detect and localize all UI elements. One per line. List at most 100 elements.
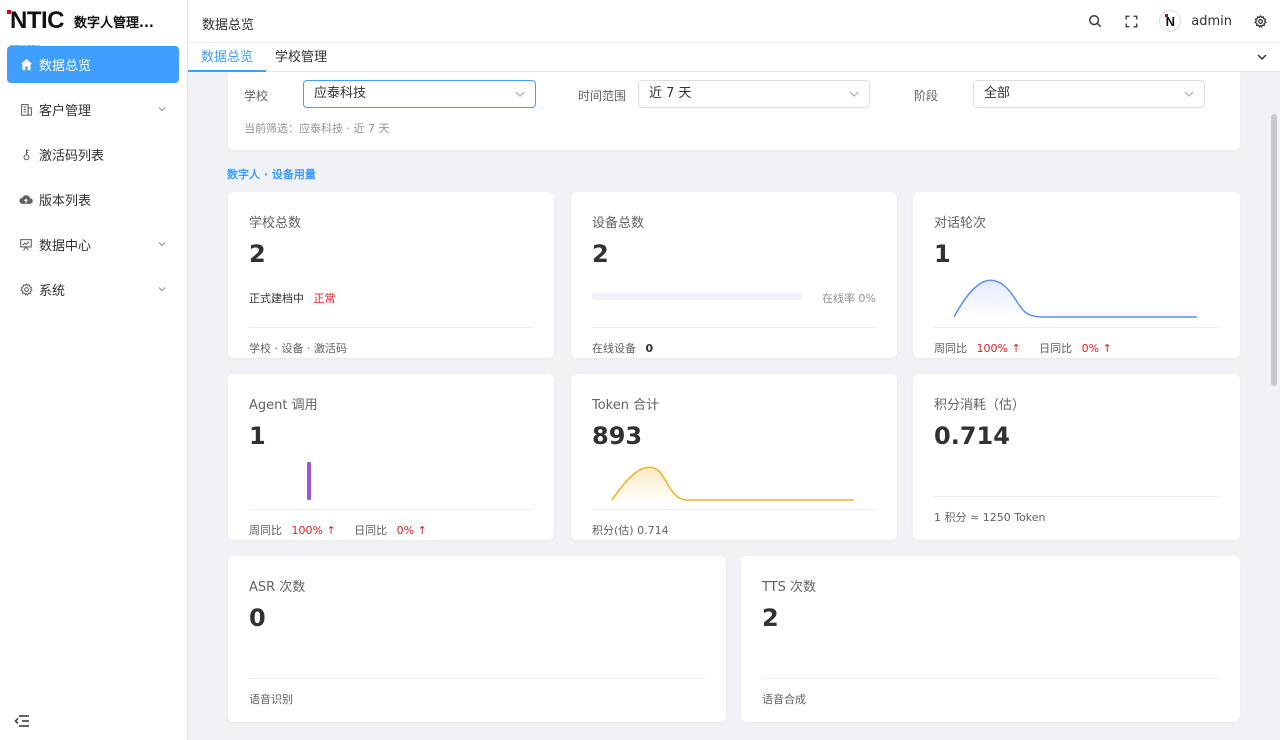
stage-select-value: 全部	[984, 86, 1011, 101]
card-value: 0	[249, 604, 266, 632]
sidebar-item-label: 客户管理	[39, 104, 92, 119]
fullscreen-icon[interactable]	[1123, 13, 1139, 29]
building-icon	[19, 103, 33, 117]
card-value: 2	[592, 240, 609, 268]
collapse-sidebar-icon[interactable]	[14, 714, 30, 728]
sidebar: NTIC Virtual Technology, Real Impact 数字人…	[0, 0, 188, 740]
card-title: Token 合计	[592, 398, 660, 413]
username[interactable]: admin	[1191, 14, 1232, 29]
tab-school-management[interactable]: 学校管理	[262, 43, 340, 72]
card-value: 1	[934, 240, 951, 268]
time-range-select[interactable]: 近 7 天	[638, 80, 870, 108]
sidebar-item-label: 数据总览	[39, 59, 92, 74]
card-footer: 1 积分 ≈ 1250 Token	[934, 511, 1046, 524]
divider	[249, 327, 533, 328]
card-title: ASR 次数	[249, 580, 306, 595]
sidebar-item-label: 激活码列表	[39, 149, 105, 164]
chart-board-icon	[19, 238, 33, 252]
chevron-down-icon	[849, 91, 859, 97]
trend-row: 周同比 100% ↑ 日同比 0% ↑	[934, 340, 1112, 356]
filter-card: 学校 应泰科技 时间范围 近 7 天 阶段 全部 当前筛选：应泰科技 · 近 7…	[228, 72, 1240, 150]
stage-select[interactable]: 全部	[973, 80, 1205, 108]
time-range-label: 时间范围	[578, 89, 627, 103]
avatar[interactable]: N	[1159, 10, 1182, 32]
card-device-total: 设备总数 2 在线率 0% 在线设备 0	[571, 192, 897, 358]
stage-label: 阶段	[914, 89, 939, 103]
gear-icon	[19, 283, 33, 297]
card-tts-count: TTS 次数 2 语音合成	[741, 556, 1240, 722]
header-actions: N admin	[1067, 10, 1268, 32]
page-tabs: 数据总览 学校管理	[188, 43, 1280, 72]
chevron-down-icon	[158, 242, 166, 247]
card-title: Agent 调用	[249, 398, 318, 413]
sidebar-item-customers[interactable]: 客户管理	[7, 91, 179, 128]
card-dialog-rounds: 对话轮次 1 周同比 100% ↑ 日同比 0% ↑	[913, 192, 1240, 358]
divider	[592, 327, 876, 328]
wow-value: 100% ↑	[976, 342, 1021, 355]
card-footer: 语音合成	[762, 693, 806, 706]
chevron-down-icon[interactable]	[1256, 52, 1268, 62]
sidebar-item-data-center[interactable]: 数据中心	[7, 226, 179, 263]
sidebar-item-overview[interactable]: 数据总览	[7, 46, 179, 83]
sidebar-menu: 数据总览 客户管理 激活码列表 版本列表 数据中心 系统	[0, 46, 187, 308]
top-header: 数据总览 N admin	[188, 0, 1280, 43]
school-select[interactable]: 应泰科技	[303, 80, 536, 108]
divider	[249, 509, 533, 510]
card-footer: 在线设备 0	[592, 340, 653, 356]
chevron-down-icon	[158, 107, 166, 112]
card-points-consumption: 积分消耗（估） 0.714 1 积分 ≈ 1250 Token	[913, 374, 1240, 540]
token-trend-chart	[611, 466, 854, 501]
card-footer: 学校 · 设备 · 激活码	[249, 342, 347, 355]
divider	[934, 496, 1219, 497]
sidebar-item-versions[interactable]: 版本列表	[7, 181, 179, 218]
divider	[934, 327, 1219, 328]
wow-label: 周同比	[934, 342, 967, 355]
card-value: 893	[592, 422, 643, 450]
online-rate-progress	[592, 293, 802, 300]
logo-text: NTIC	[10, 7, 65, 34]
card-title: 学校总数	[249, 216, 302, 231]
status-badge: 正常	[313, 292, 336, 305]
tab-overview[interactable]: 数据总览	[188, 43, 267, 72]
card-title: 积分消耗（估）	[934, 398, 1026, 413]
divider	[249, 678, 705, 679]
sidebar-item-label: 版本列表	[39, 194, 92, 209]
sidebar-item-label: 数据中心	[39, 239, 92, 254]
dod-value: 0% ↑	[396, 524, 427, 537]
dialog-trend-chart	[953, 279, 1197, 318]
card-agent-calls: Agent 调用 1 周同比 100% ↑ 日同比 0% ↑	[228, 374, 554, 540]
wow-label: 周同比	[249, 524, 282, 537]
card-footer: 语音识别	[249, 693, 293, 706]
section-title: 数字人 · 设备用量	[227, 168, 316, 181]
ntic-logo: NTIC Virtual Technology, Real Impact	[7, 7, 65, 48]
content-scrollbar[interactable]	[1271, 114, 1277, 386]
breadcrumb[interactable]: 数据总览	[202, 14, 254, 33]
card-asr-count: ASR 次数 0 语音识别	[228, 556, 726, 722]
sidebar-item-system[interactable]: 系统	[7, 271, 179, 308]
card-value: 2	[249, 240, 266, 268]
online-devices-label: 在线设备	[592, 342, 636, 355]
chevron-down-icon	[515, 91, 525, 97]
card-value: 0.714	[934, 422, 1010, 450]
card-token-total: Token 合计 893 积分(估) 0.714	[571, 374, 897, 540]
main-content: 学校 应泰科技 时间范围 近 7 天 阶段 全部 当前筛选：应泰科技 · 近 7…	[188, 72, 1280, 740]
search-icon[interactable]	[1087, 13, 1103, 29]
card-value: 1	[249, 422, 266, 450]
school-label: 学校	[244, 89, 269, 103]
cloud-upload-icon	[19, 193, 33, 207]
sidebar-item-label: 系统	[39, 284, 66, 299]
divider	[762, 678, 1219, 679]
home-icon	[19, 58, 33, 72]
logo: NTIC Virtual Technology, Real Impact 数字人…	[0, 0, 187, 48]
card-footer: 积分(估) 0.714	[592, 524, 669, 537]
app-title: 数字人管理...	[74, 15, 154, 31]
dod-value: 0% ↑	[1081, 342, 1112, 355]
sidebar-item-activation-codes[interactable]: 激活码列表	[7, 136, 179, 173]
dod-label: 日同比	[354, 524, 388, 537]
dod-label: 日同比	[1039, 342, 1073, 355]
status-row: 正式建档中 正常	[249, 290, 336, 306]
card-title: 设备总数	[592, 216, 645, 231]
settings-gear-icon[interactable]	[1252, 13, 1268, 29]
time-range-select-value: 近 7 天	[649, 86, 692, 101]
status-label: 正式建档中	[249, 292, 304, 305]
